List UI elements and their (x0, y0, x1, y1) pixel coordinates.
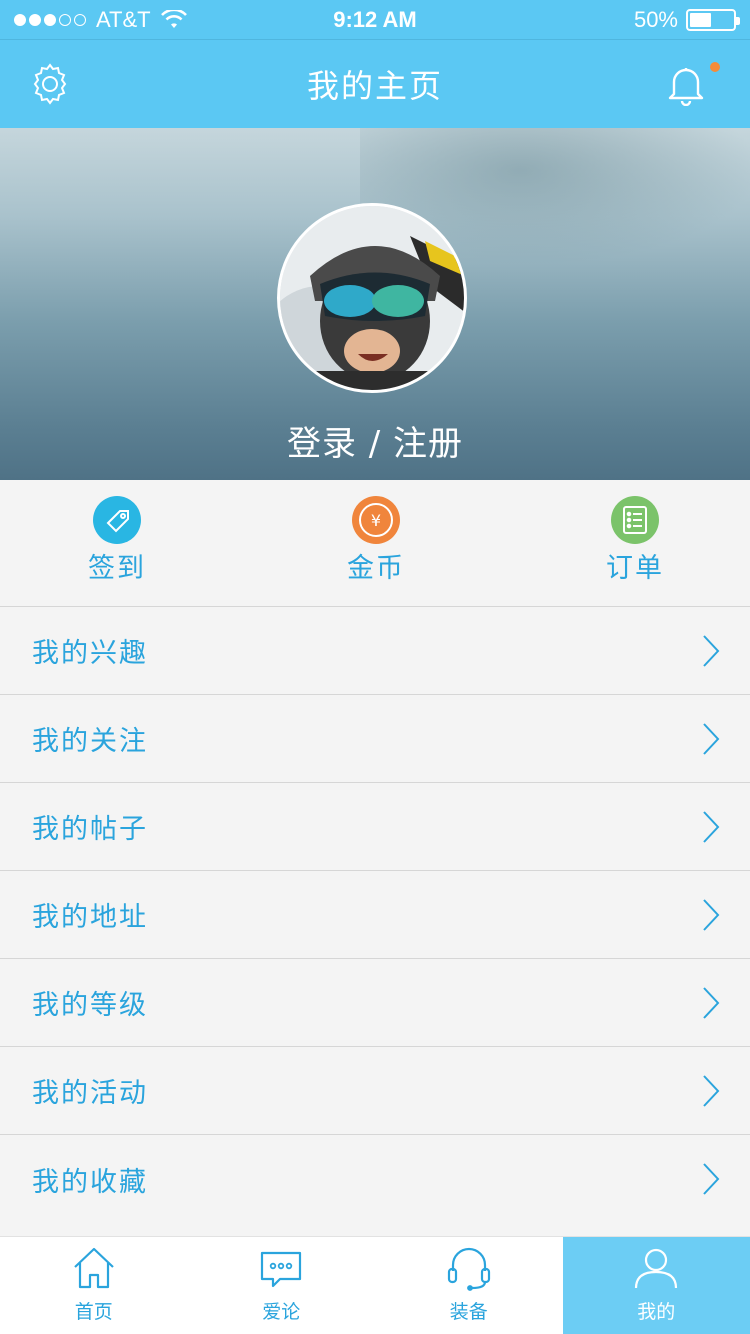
chevron-right-icon (703, 635, 720, 667)
tab-home[interactable]: 首页 (0, 1237, 188, 1334)
status-right: 50% (633, 6, 740, 33)
tab-me[interactable]: 我的 (562, 1237, 750, 1334)
menu-item-address[interactable]: 我的地址 (0, 871, 750, 959)
headset-icon (447, 1247, 490, 1291)
tab-label: 装备 (449, 1301, 488, 1323)
profile-header: 登录 / 注册 (0, 128, 750, 480)
avatar[interactable] (277, 203, 467, 393)
chat-icon (261, 1251, 302, 1288)
tab-bar: 首页 爱论 装备 我的 (0, 1236, 750, 1334)
chevron-right-icon (703, 1075, 720, 1107)
menu-item-label: 我的帖子 (32, 814, 148, 845)
wifi-icon (160, 9, 187, 28)
quick-action-label: 签到 (88, 553, 146, 584)
tag-icon (93, 496, 141, 544)
battery-fill (690, 12, 711, 27)
battery-percent: 50% (633, 6, 678, 32)
home-icon (73, 1247, 114, 1289)
quick-action-coins[interactable]: ¥ 金币 (306, 496, 446, 585)
menu-item-label: 我的关注 (32, 726, 148, 757)
menu-item-label: 我的地址 (32, 902, 148, 933)
nav-bar: 我的主页 (0, 40, 750, 128)
tab-label: 首页 (74, 1301, 113, 1323)
menu-list: 我的兴趣 我的关注 我的帖子 我的地址 我的等级 我的活动 我的收藏 (0, 607, 750, 1223)
menu-item-label: 我的收藏 (32, 1166, 148, 1198)
chevron-right-icon (703, 723, 720, 755)
menu-item-label: 我的兴趣 (32, 638, 148, 669)
tab-gear[interactable]: 装备 (375, 1237, 563, 1334)
bell-icon[interactable] (666, 62, 706, 106)
battery-icon (686, 8, 740, 31)
page-title: 我的主页 (306, 67, 443, 105)
quick-action-label: 订单 (606, 553, 664, 584)
chevron-right-icon (703, 1163, 720, 1195)
tab-label: 我的 (637, 1301, 676, 1323)
status-left: AT&T (14, 7, 187, 33)
user-icon (635, 1248, 678, 1289)
menu-item-posts[interactable]: 我的帖子 (0, 783, 750, 871)
svg-text:¥: ¥ (371, 511, 381, 530)
quick-action-checkin[interactable]: 签到 (47, 496, 187, 585)
quick-action-label: 金币 (347, 553, 405, 584)
menu-item-label: 我的等级 (32, 990, 148, 1021)
login-register-link[interactable]: 登录 / 注册 (0, 416, 750, 465)
gear-icon[interactable] (28, 62, 72, 106)
menu-item-level[interactable]: 我的等级 (0, 959, 750, 1047)
carrier-name: AT&T (96, 6, 151, 32)
menu-item-following[interactable]: 我的关注 (0, 695, 750, 783)
tab-forum[interactable]: 爱论 (188, 1237, 376, 1334)
status-bar: AT&T 9:12 AM 50% (0, 0, 750, 40)
list-icon (611, 496, 659, 544)
avatar-photo (280, 206, 464, 390)
coin-icon: ¥ (352, 496, 400, 544)
chevron-right-icon (703, 899, 720, 931)
menu-item-activities[interactable]: 我的活动 (0, 1047, 750, 1135)
menu-item-favorites[interactable]: 我的收藏 (0, 1135, 750, 1223)
chevron-right-icon (703, 987, 720, 1019)
notification-dot (710, 62, 720, 72)
tab-label: 爱论 (262, 1301, 301, 1323)
menu-item-label: 我的活动 (32, 1078, 148, 1109)
menu-item-interests[interactable]: 我的兴趣 (0, 607, 750, 695)
quick-action-orders[interactable]: 订单 (565, 496, 705, 585)
quick-actions: 签到 ¥ 金币 订单 (0, 480, 750, 607)
signal-strength-icon (14, 13, 86, 26)
chevron-right-icon (703, 811, 720, 843)
